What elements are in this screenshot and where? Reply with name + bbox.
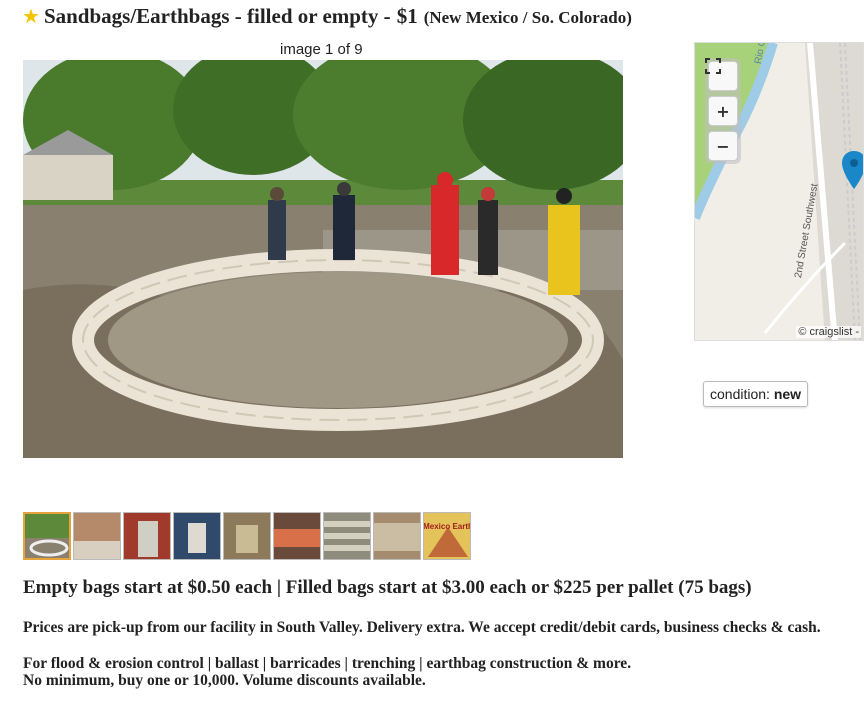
posting-location: (New Mexico / So. Colorado)	[423, 8, 632, 27]
posting-body-line-1: Prices are pick-up from our facility in …	[23, 619, 821, 636]
condition-label: condition:	[710, 386, 770, 402]
condition-attribute: condition: new	[703, 381, 809, 407]
thumbnail-1[interactable]	[23, 512, 71, 560]
thumbnail-8[interactable]	[373, 512, 421, 560]
fullscreen-icon[interactable]	[705, 58, 738, 91]
thumbnail-3[interactable]	[123, 512, 171, 560]
thumbnail-7[interactable]	[323, 512, 371, 560]
favorite-star-icon[interactable]: ★	[22, 4, 40, 28]
zoom-in-button[interactable]: +	[708, 96, 738, 126]
thumbnail-9[interactable]: New Mexico Earthbags	[423, 512, 471, 560]
map-attribution[interactable]: © craigslist -	[796, 326, 861, 338]
main-image[interactable]	[23, 60, 623, 458]
thumbnail-2[interactable]	[73, 512, 121, 560]
posting-price: $1	[396, 4, 418, 28]
posting-title: Sandbags/Earthbags - filled or empty -	[43, 4, 391, 28]
condition-value: new	[773, 386, 802, 402]
posting-body-line-2: For flood & erosion control | ballast | …	[23, 655, 632, 672]
posting-title-row: ★ Sandbags/Earthbags - filled or empty -…	[22, 4, 632, 32]
map-pin-icon[interactable]	[842, 151, 863, 189]
thumbnail-strip: New Mexico Earthbags	[23, 512, 471, 560]
thumbnail-9-text: New Mexico Earthbags	[424, 522, 471, 531]
thumbnail-6[interactable]	[273, 512, 321, 560]
zoom-out-button[interactable]: −	[708, 131, 738, 161]
thumbnail-4[interactable]	[173, 512, 221, 560]
image-counter: image 1 of 9	[280, 41, 363, 58]
posting-body-line-3: No minimum, buy one or 10,000. Volume di…	[23, 672, 426, 689]
location-map[interactable]: Rio G 2nd Street Southwest + − © craigsl…	[694, 42, 864, 341]
map-controls: + −	[705, 58, 741, 164]
thumbnail-5[interactable]	[223, 512, 271, 560]
posting-headline: Empty bags start at $0.50 each | Filled …	[23, 577, 752, 598]
